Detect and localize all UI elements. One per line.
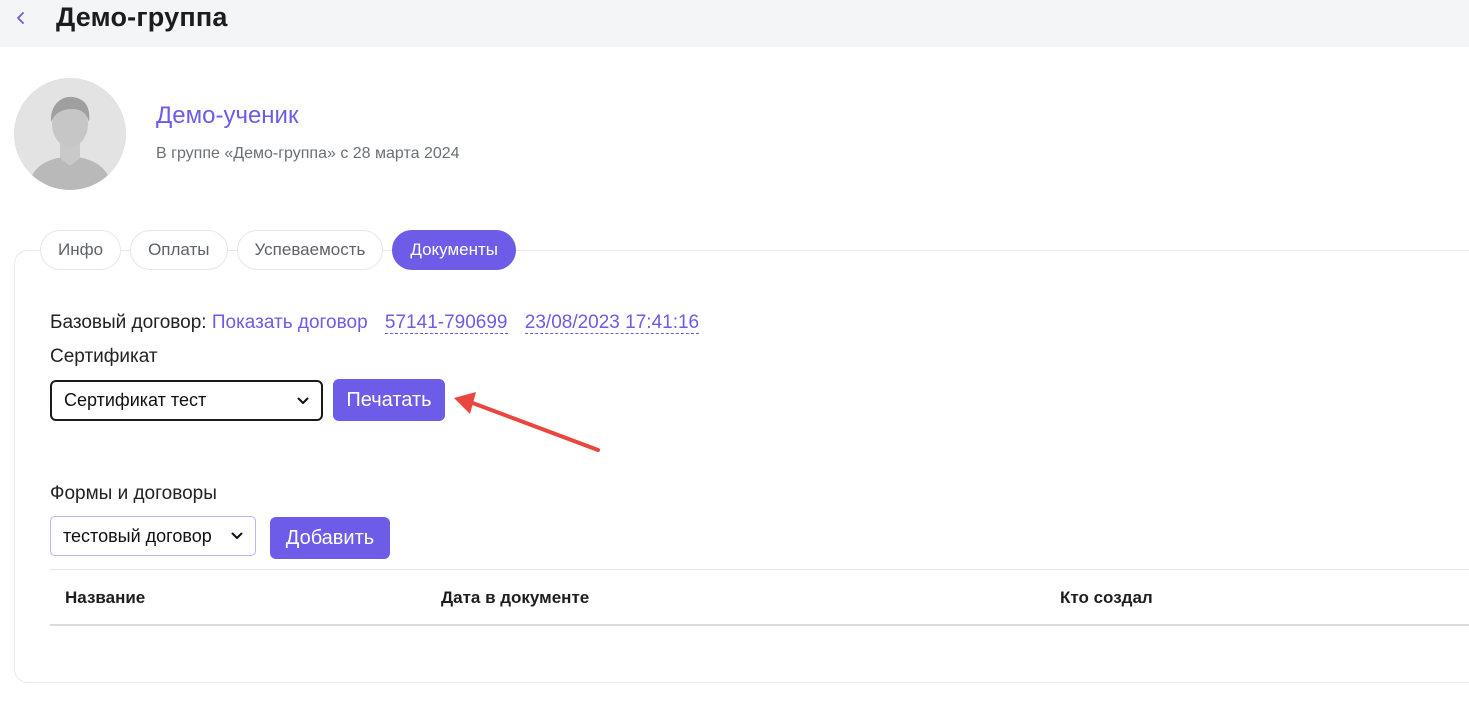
student-group-info: В группе «Демо-группа» с 28 марта 2024 [156, 145, 460, 162]
annotation-arrow-icon [454, 392, 600, 452]
contract-datetime-link[interactable]: 23/08/2023 17:41:16 [524, 312, 700, 334]
chevron-down-icon [297, 397, 309, 404]
forms-label: Формы и договоры [50, 483, 217, 504]
certificate-label: Сертификат [50, 346, 158, 367]
top-bar: Демо-группа [0, 0, 1469, 47]
chevron-left-icon [17, 12, 24, 24]
print-button[interactable]: Печатать [333, 379, 445, 421]
user-avatar-icon [14, 78, 126, 190]
tab-progress[interactable]: Успеваемость [236, 230, 384, 270]
tab-payments[interactable]: Оплаты [130, 230, 228, 270]
column-header-name[interactable]: Название [65, 588, 145, 608]
show-contract-link[interactable]: Показать договор [212, 312, 368, 333]
add-button[interactable]: Добавить [270, 517, 390, 559]
profile-tabs: Инфо Оплаты Успеваемость Документы [40, 230, 516, 270]
certificate-select[interactable]: Сертификат тест [50, 380, 323, 421]
chevron-down-icon [231, 532, 243, 539]
back-button[interactable] [12, 6, 30, 30]
tab-documents[interactable]: Документы [392, 230, 516, 270]
column-header-date[interactable]: Дата в документе [441, 588, 589, 608]
avatar [14, 78, 126, 190]
tab-info[interactable]: Инфо [40, 230, 122, 270]
base-contract-label: Базовый договор: [50, 312, 207, 333]
certificate-selected-value: Сертификат тест [64, 390, 207, 410]
forms-selected-value: тестовый договор [63, 525, 212, 546]
contract-number-link[interactable]: 57141-790699 [384, 312, 508, 334]
page-title: Демо-группа [56, 2, 228, 32]
student-name-link[interactable]: Демо-ученик [156, 101, 298, 131]
documents-table-header: Название Дата в документе Кто создал [50, 570, 1469, 626]
forms-select[interactable]: тестовый договор [50, 516, 256, 556]
base-contract-row: Базовый договор: Показать договор 57141-… [50, 311, 700, 335]
column-header-creator[interactable]: Кто создал [1060, 588, 1153, 608]
